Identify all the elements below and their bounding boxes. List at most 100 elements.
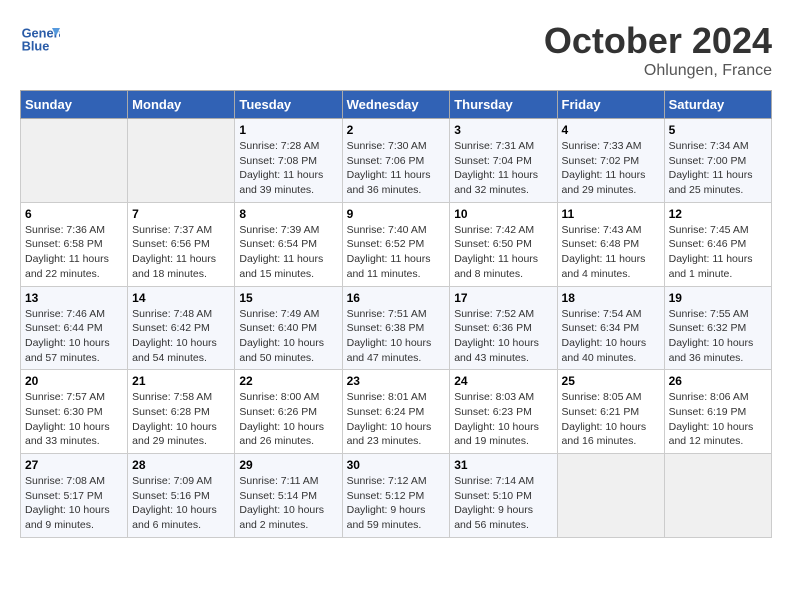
logo: General Blue [20, 20, 65, 60]
day-info: Sunrise: 7:12 AMSunset: 5:12 PMDaylight:… [347, 474, 446, 533]
calendar-cell: 25 Sunrise: 8:05 AMSunset: 6:21 PMDayligh… [557, 370, 664, 454]
calendar-cell: 15 Sunrise: 7:49 AMSunset: 6:40 PMDayligh… [235, 286, 342, 370]
day-number: 22 [239, 374, 337, 388]
calendar-cell: 6 Sunrise: 7:36 AMSunset: 6:58 PMDaylight… [21, 202, 128, 286]
day-info: Sunrise: 7:30 AMSunset: 7:06 PMDaylight:… [347, 139, 446, 198]
calendar-cell: 18Sunrise: 7:54 AMSunset: 6:34 PMDayligh… [557, 286, 664, 370]
calendar-cell: 28 Sunrise: 7:09 AMSunset: 5:16 PMDayligh… [128, 454, 235, 538]
calendar-cell: 3Sunrise: 7:31 AMSunset: 7:04 PMDaylight… [450, 119, 557, 203]
day-number: 9 [347, 207, 446, 221]
title-block: October 2024 Ohlungen, France [544, 20, 772, 80]
day-number: 13 [25, 291, 123, 305]
calendar-cell [557, 454, 664, 538]
day-info: Sunrise: 7:43 AMSunset: 6:48 PMDaylight:… [562, 223, 660, 282]
weekday-header: Thursday [450, 91, 557, 119]
calendar-cell: 1 Sunrise: 7:28 AMSunset: 7:08 PMDaylight… [235, 119, 342, 203]
calendar-cell: 12 Sunrise: 7:45 AMSunset: 6:46 PMDayligh… [664, 202, 771, 286]
day-info: Sunrise: 7:14 AMSunset: 5:10 PMDaylight:… [454, 474, 552, 533]
logo-icon: General Blue [20, 20, 60, 60]
calendar-cell: 7 Sunrise: 7:37 AMSunset: 6:56 PMDaylight… [128, 202, 235, 286]
calendar-week-row: 20 Sunrise: 7:57 AMSunset: 6:30 PMDayligh… [21, 370, 772, 454]
weekday-header: Monday [128, 91, 235, 119]
day-number: 20 [25, 374, 123, 388]
day-number: 31 [454, 458, 552, 472]
calendar-cell: 27Sunrise: 7:08 AMSunset: 5:17 PMDayligh… [21, 454, 128, 538]
day-number: 26 [669, 374, 767, 388]
day-info: Sunrise: 7:45 AMSunset: 6:46 PMDaylight:… [669, 223, 767, 282]
day-number: 10 [454, 207, 552, 221]
day-number: 28 [132, 458, 230, 472]
day-info: Sunrise: 7:39 AMSunset: 6:54 PMDaylight:… [239, 223, 337, 282]
calendar-cell: 5Sunrise: 7:34 AMSunset: 7:00 PMDaylight… [664, 119, 771, 203]
day-number: 17 [454, 291, 552, 305]
day-info: Sunrise: 7:57 AMSunset: 6:30 PMDaylight:… [25, 390, 123, 449]
day-info: Sunrise: 7:51 AMSunset: 6:38 PMDaylight:… [347, 307, 446, 366]
day-number: 12 [669, 207, 767, 221]
location: Ohlungen, France [544, 62, 772, 80]
calendar-cell [128, 119, 235, 203]
weekday-header: Friday [557, 91, 664, 119]
calendar-body: 1 Sunrise: 7:28 AMSunset: 7:08 PMDaylight… [21, 119, 772, 538]
day-number: 15 [239, 291, 337, 305]
day-number: 21 [132, 374, 230, 388]
day-info: Sunrise: 7:58 AMSunset: 6:28 PMDaylight:… [132, 390, 230, 449]
day-info: Sunrise: 7:08 AMSunset: 5:17 PMDaylight:… [25, 474, 123, 533]
day-number: 29 [239, 458, 337, 472]
calendar-cell: 16Sunrise: 7:51 AMSunset: 6:38 PMDayligh… [342, 286, 450, 370]
day-info: Sunrise: 8:03 AMSunset: 6:23 PMDaylight:… [454, 390, 552, 449]
calendar-cell [21, 119, 128, 203]
calendar-cell: 23Sunrise: 8:01 AMSunset: 6:24 PMDayligh… [342, 370, 450, 454]
day-number: 3 [454, 123, 552, 137]
calendar-cell: 20 Sunrise: 7:57 AMSunset: 6:30 PMDayligh… [21, 370, 128, 454]
calendar-cell: 21 Sunrise: 7:58 AMSunset: 6:28 PMDayligh… [128, 370, 235, 454]
day-number: 11 [562, 207, 660, 221]
day-number: 2 [347, 123, 446, 137]
day-number: 19 [669, 291, 767, 305]
day-info: Sunrise: 7:55 AMSunset: 6:32 PMDaylight:… [669, 307, 767, 366]
calendar-table: SundayMondayTuesdayWednesdayThursdayFrid… [20, 90, 772, 538]
day-number: 25 [562, 374, 660, 388]
day-info: Sunrise: 7:34 AMSunset: 7:00 PMDaylight:… [669, 139, 767, 198]
svg-text:Blue: Blue [22, 38, 50, 53]
calendar-cell: 26 Sunrise: 8:06 AMSunset: 6:19 PMDayligh… [664, 370, 771, 454]
weekday-header: Saturday [664, 91, 771, 119]
day-info: Sunrise: 7:49 AMSunset: 6:40 PMDaylight:… [239, 307, 337, 366]
day-number: 1 [239, 123, 337, 137]
calendar-cell: 31 Sunrise: 7:14 AMSunset: 5:10 PMDayligh… [450, 454, 557, 538]
day-info: Sunrise: 7:37 AMSunset: 6:56 PMDaylight:… [132, 223, 230, 282]
month-title: October 2024 [544, 20, 772, 62]
calendar-cell: 8 Sunrise: 7:39 AMSunset: 6:54 PMDaylight… [235, 202, 342, 286]
day-number: 30 [347, 458, 446, 472]
weekday-header: Wednesday [342, 91, 450, 119]
weekday-header: Sunday [21, 91, 128, 119]
day-info: Sunrise: 7:09 AMSunset: 5:16 PMDaylight:… [132, 474, 230, 533]
weekday-header: Tuesday [235, 91, 342, 119]
day-number: 7 [132, 207, 230, 221]
day-info: Sunrise: 7:48 AMSunset: 6:42 PMDaylight:… [132, 307, 230, 366]
day-number: 23 [347, 374, 446, 388]
calendar-cell: 4Sunrise: 7:33 AMSunset: 7:02 PMDaylight… [557, 119, 664, 203]
day-info: Sunrise: 8:06 AMSunset: 6:19 PMDaylight:… [669, 390, 767, 449]
calendar-week-row: 27Sunrise: 7:08 AMSunset: 5:17 PMDayligh… [21, 454, 772, 538]
calendar-week-row: 1 Sunrise: 7:28 AMSunset: 7:08 PMDaylight… [21, 119, 772, 203]
calendar-cell: 24 Sunrise: 8:03 AMSunset: 6:23 PMDayligh… [450, 370, 557, 454]
calendar-cell: 10 Sunrise: 7:42 AMSunset: 6:50 PMDayligh… [450, 202, 557, 286]
calendar-cell: 14Sunrise: 7:48 AMSunset: 6:42 PMDayligh… [128, 286, 235, 370]
day-info: Sunrise: 7:52 AMSunset: 6:36 PMDaylight:… [454, 307, 552, 366]
day-info: Sunrise: 8:05 AMSunset: 6:21 PMDaylight:… [562, 390, 660, 449]
calendar-cell: 13 Sunrise: 7:46 AMSunset: 6:44 PMDayligh… [21, 286, 128, 370]
calendar-cell: 19 Sunrise: 7:55 AMSunset: 6:32 PMDayligh… [664, 286, 771, 370]
day-info: Sunrise: 7:28 AMSunset: 7:08 PMDaylight:… [239, 139, 337, 198]
day-number: 24 [454, 374, 552, 388]
calendar-cell: 29 Sunrise: 7:11 AMSunset: 5:14 PMDayligh… [235, 454, 342, 538]
day-info: Sunrise: 7:46 AMSunset: 6:44 PMDaylight:… [25, 307, 123, 366]
calendar-cell: 9Sunrise: 7:40 AMSunset: 6:52 PMDaylight… [342, 202, 450, 286]
day-number: 6 [25, 207, 123, 221]
day-info: Sunrise: 7:11 AMSunset: 5:14 PMDaylight:… [239, 474, 337, 533]
calendar-week-row: 6 Sunrise: 7:36 AMSunset: 6:58 PMDaylight… [21, 202, 772, 286]
day-info: Sunrise: 7:36 AMSunset: 6:58 PMDaylight:… [25, 223, 123, 282]
day-info: Sunrise: 7:42 AMSunset: 6:50 PMDaylight:… [454, 223, 552, 282]
calendar-header: SundayMondayTuesdayWednesdayThursdayFrid… [21, 91, 772, 119]
weekday-row: SundayMondayTuesdayWednesdayThursdayFrid… [21, 91, 772, 119]
day-number: 8 [239, 207, 337, 221]
